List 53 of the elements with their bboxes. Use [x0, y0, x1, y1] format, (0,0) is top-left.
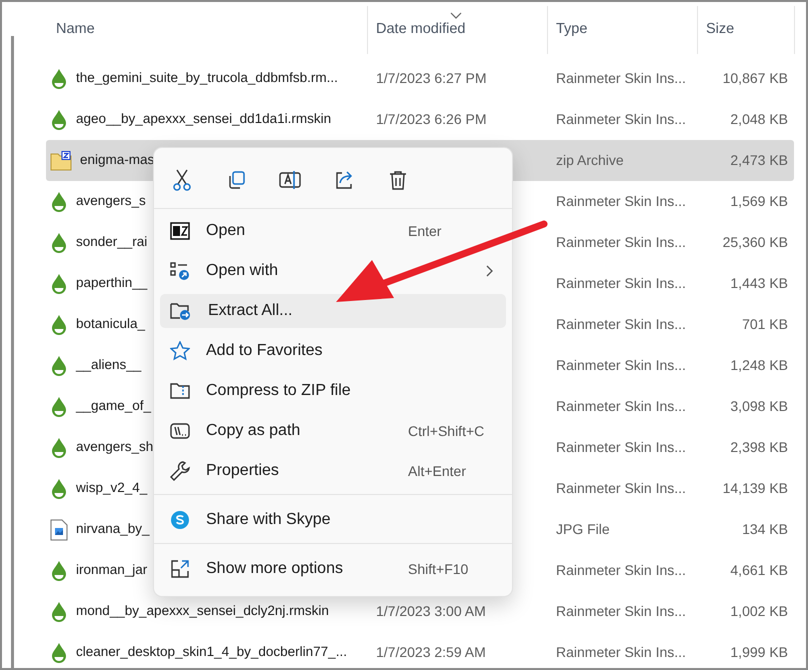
date-modified: 1/7/2023 6:27 PM — [376, 70, 487, 86]
file-size: 1,569 KB — [730, 193, 788, 209]
shortcut-label: Ctrl+Shift+C — [408, 422, 486, 440]
file-size: 25,360 KB — [722, 234, 788, 250]
file-type: Rainmeter Skin Ins... — [556, 193, 686, 209]
file-size: 2,048 KB — [730, 111, 788, 127]
shortcut-label: Alt+Enter — [408, 462, 467, 480]
file-name: __aliens__ — [76, 356, 142, 374]
file-size: 134 KB — [742, 521, 788, 537]
file-size: 1,443 KB — [730, 275, 788, 291]
file-size: 3,098 KB — [730, 398, 788, 414]
file-type: Rainmeter Skin Ins... — [556, 70, 686, 86]
file-name: enigma-mas — [80, 151, 154, 170]
file-name: mond__by_apexxx_sensei_dcly2nj.rmskin — [76, 602, 329, 620]
file-size: 1,999 KB — [730, 644, 788, 660]
file-type: Rainmeter Skin Ins... — [556, 398, 686, 414]
shortcut-label: Enter — [408, 222, 442, 240]
file-name: avengers_sh — [76, 438, 154, 456]
file-name: ageo__by_apexxx_sensei_dd1da1i.rmskin — [76, 110, 332, 128]
file-name: nirvana_by_ — [76, 520, 150, 538]
file-type: Rainmeter Skin Ins... — [556, 480, 686, 496]
file-name: botanicula_ — [76, 315, 146, 334]
file-type: Rainmeter Skin Ins... — [556, 562, 686, 578]
file-size: 4,661 KB — [730, 562, 788, 578]
file-size: 1,248 KB — [730, 357, 788, 373]
file-type: Rainmeter Skin Ins... — [556, 234, 686, 250]
file-name: __game_of_ — [76, 397, 152, 416]
file-name: cleaner_desktop_skin1_4_by_docberlin77_... — [76, 643, 347, 662]
file-type: Rainmeter Skin Ins... — [556, 644, 686, 660]
file-type: JPG File — [556, 521, 610, 537]
file-size: 701 KB — [742, 316, 788, 332]
file-name: paperthin__ — [76, 274, 148, 292]
date-modified: 1/7/2023 6:26 PM — [376, 111, 487, 127]
file-name: the_gemini_suite_by_trucola_ddbmfsb.rm... — [76, 69, 338, 88]
date-modified: 1/7/2023 2:59 AM — [376, 644, 486, 660]
file-name: avengers_s — [76, 192, 146, 210]
file-type: Rainmeter Skin Ins... — [556, 357, 686, 373]
shortcut-label: Shift+F10 — [408, 560, 470, 578]
file-size: 1,002 KB — [730, 603, 788, 619]
file-name: wisp_v2_4_ — [76, 479, 148, 498]
file-type: Rainmeter Skin Ins... — [556, 316, 686, 332]
date-modified: 1/7/2023 3:00 AM — [376, 603, 486, 619]
file-name: sonder__rai — [76, 233, 148, 252]
file-type: Rainmeter Skin Ins... — [556, 603, 686, 619]
file-type: Rainmeter Skin Ins... — [556, 111, 686, 127]
file-size: 2,398 KB — [730, 439, 788, 455]
file-type: Rainmeter Skin Ins... — [556, 439, 686, 455]
file-name: ironman_jar — [76, 561, 148, 580]
file-size: 2,473 KB — [730, 152, 788, 168]
file-type: Rainmeter Skin Ins... — [556, 275, 686, 291]
file-size: 14,139 KB — [722, 480, 788, 496]
file-type: zip Archive — [556, 152, 624, 168]
file-size: 10,867 KB — [722, 70, 788, 86]
